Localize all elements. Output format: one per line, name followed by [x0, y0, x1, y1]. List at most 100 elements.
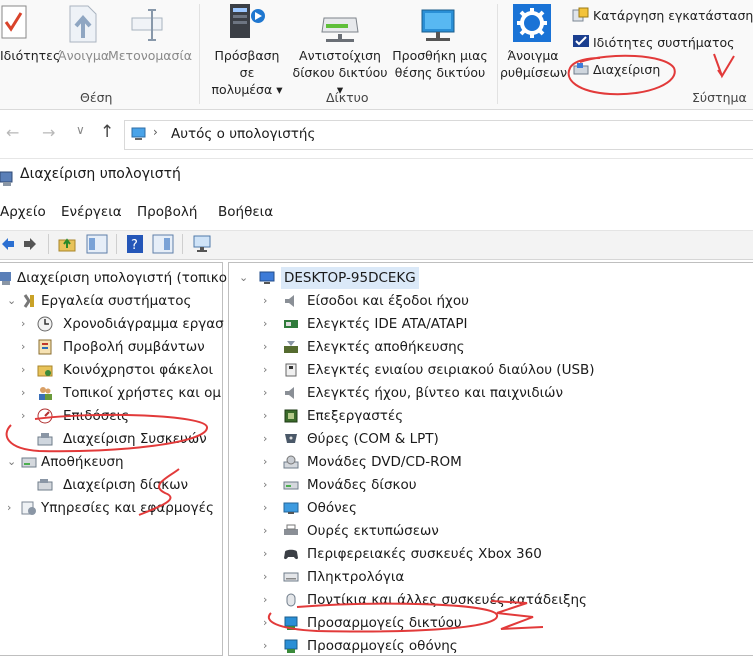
chevron-right-icon[interactable]: ›	[21, 359, 25, 381]
svg-text:?: ?	[131, 238, 138, 253]
chevron-right-icon[interactable]: ›	[21, 313, 25, 335]
open-icon	[69, 5, 97, 43]
chevron-right-icon[interactable]: ›	[21, 382, 25, 404]
device-tree-pane: ⌄ DESKTOP-95DCEKG › Είσοδοι και έξοδοι ήχ…	[228, 262, 753, 656]
chevron-right-icon[interactable]: ›	[7, 497, 11, 519]
tools-icon	[23, 294, 34, 308]
ide-controller-icon	[284, 320, 298, 328]
tree-item-computer-management[interactable]: Διαχείριση υπολογιστή (τοπικο	[0, 267, 227, 289]
properties-button[interactable]: Ιδιότητες	[0, 47, 60, 64]
up-folder-icon[interactable]	[58, 235, 76, 253]
menu-file[interactable]: Αρχείο	[0, 204, 46, 220]
menu-help[interactable]: Βοήθεια	[218, 204, 273, 220]
gamepad-icon	[284, 549, 298, 560]
processor-icon	[284, 409, 298, 423]
speaker-icon	[285, 295, 294, 307]
disk-management-icon	[37, 479, 53, 491]
storage-controller-icon	[284, 341, 298, 353]
ribbon: Ιδιότητες Άνοιγμα Μετονομασία Θέση Πρόσβ…	[0, 0, 753, 110]
menu-view[interactable]: Προβολή	[137, 204, 197, 220]
clock-icon	[37, 316, 53, 332]
help-icon[interactable]: ?	[126, 234, 144, 254]
keyboard-icon	[283, 572, 299, 582]
group-separator	[199, 4, 200, 104]
dvd-icon	[283, 455, 299, 469]
chevron-right-icon[interactable]: ›	[263, 543, 267, 565]
group-separator	[497, 4, 498, 104]
display-adapter-icon	[284, 639, 298, 653]
disk-drive-icon	[283, 481, 299, 490]
system-properties-button[interactable]: Ιδιότητες συστήματος	[593, 35, 734, 50]
event-viewer-icon	[38, 339, 52, 355]
chevron-right-icon[interactable]: ›	[263, 428, 267, 450]
red-arrow-annotation	[713, 53, 735, 79]
chevron-right-icon[interactable]: ›	[263, 359, 267, 381]
uninstall-icon	[572, 7, 589, 22]
chevron-right-icon[interactable]: ›	[263, 290, 267, 312]
scan-hardware-icon[interactable]	[192, 234, 214, 254]
rename-button[interactable]: Μετονομασία	[108, 47, 192, 64]
chevron-right-icon[interactable]: ›	[21, 336, 25, 358]
address-bar: ← → ∨ ↑ › Αυτός ο υπολογιστής	[0, 110, 753, 159]
shared-folder-icon	[37, 365, 53, 377]
toolbar-separator	[182, 234, 183, 254]
computer-management-icon	[0, 272, 11, 285]
open-button[interactable]: Άνοιγμα	[58, 47, 109, 64]
chevron-right-icon[interactable]: ›	[263, 497, 267, 519]
show-hide-console-tree-icon[interactable]	[86, 234, 108, 254]
media-server-icon	[230, 4, 265, 38]
open-settings-button[interactable]: Άνοιγμα ρυθμίσεων	[500, 47, 567, 81]
forward-arrow-icon[interactable]: →	[42, 123, 55, 142]
toolbar-separator	[48, 234, 49, 254]
show-hide-action-pane-icon[interactable]	[152, 234, 174, 254]
chevron-right-icon[interactable]: ›	[263, 405, 267, 427]
rename-icon	[131, 9, 163, 41]
monitor-icon	[283, 502, 299, 514]
sound-icon	[285, 387, 294, 399]
uninstall-program-button[interactable]: Κατάργηση εγκατάστασης ή	[593, 8, 753, 23]
network-location-icon	[421, 9, 455, 41]
recent-locations-chevron-icon[interactable]: ∨	[76, 123, 85, 137]
system-properties-icon	[573, 35, 589, 47]
red-circle-annotation	[5, 413, 208, 453]
toolbar-separator	[116, 234, 117, 254]
system-group-label: Σύστημα	[692, 90, 747, 105]
network-group-label: Δίκτυο	[326, 90, 369, 105]
usb-icon	[285, 363, 297, 377]
red-scribble-annotation	[490, 600, 544, 630]
chevron-down-icon: ▾	[276, 82, 283, 97]
chevron-right-icon[interactable]: ›	[263, 520, 267, 542]
address-input[interactable]: › Αυτός ο υπολογιστής	[124, 120, 753, 150]
back-arrow-icon[interactable]	[0, 236, 16, 252]
forward-arrow-icon[interactable]	[22, 236, 38, 252]
breadcrumb-chevron-icon[interactable]: ›	[153, 125, 158, 139]
chevron-down-icon[interactable]: ⌄	[239, 267, 248, 289]
computer-management-app-icon	[0, 171, 13, 186]
up-arrow-icon[interactable]: ↑	[100, 122, 114, 142]
chevron-right-icon[interactable]: ›	[263, 336, 267, 358]
printer-icon	[284, 524, 298, 535]
chevron-right-icon[interactable]: ›	[263, 474, 267, 496]
chevron-right-icon[interactable]: ›	[263, 313, 267, 335]
computer-icon	[259, 271, 275, 284]
network-drive-icon	[321, 17, 359, 42]
mmc-toolbar: ?	[0, 230, 753, 260]
port-icon	[285, 434, 297, 443]
this-pc-icon	[131, 127, 146, 140]
red-circle-annotation	[567, 54, 676, 96]
chevron-right-icon[interactable]: ›	[263, 566, 267, 588]
red-scribble-annotation	[138, 468, 180, 516]
properties-icon	[1, 5, 27, 39]
settings-gear-icon	[513, 4, 551, 42]
window-title: Διαχείριση υπολογιστή	[20, 166, 181, 182]
location-group-label: Θέση	[80, 90, 113, 105]
console-tree-pane: Διαχείριση υπολογιστή (τοπικο ⌄ Εργαλεία…	[0, 262, 227, 656]
chevron-right-icon[interactable]: ›	[263, 451, 267, 473]
breadcrumb-this-pc[interactable]: Αυτός ο υπολογιστής	[171, 126, 315, 142]
back-arrow-icon[interactable]: ←	[6, 123, 19, 142]
add-network-location-button[interactable]: Προσθήκη μιας θέσης δικτύου	[392, 47, 488, 81]
chevron-down-icon[interactable]: ⌄	[7, 290, 16, 312]
media-access-button[interactable]: Πρόσβαση σε πολυμέσα ▾	[206, 47, 288, 98]
chevron-right-icon[interactable]: ›	[263, 382, 267, 404]
menu-action[interactable]: Ενέργεια	[61, 204, 122, 220]
